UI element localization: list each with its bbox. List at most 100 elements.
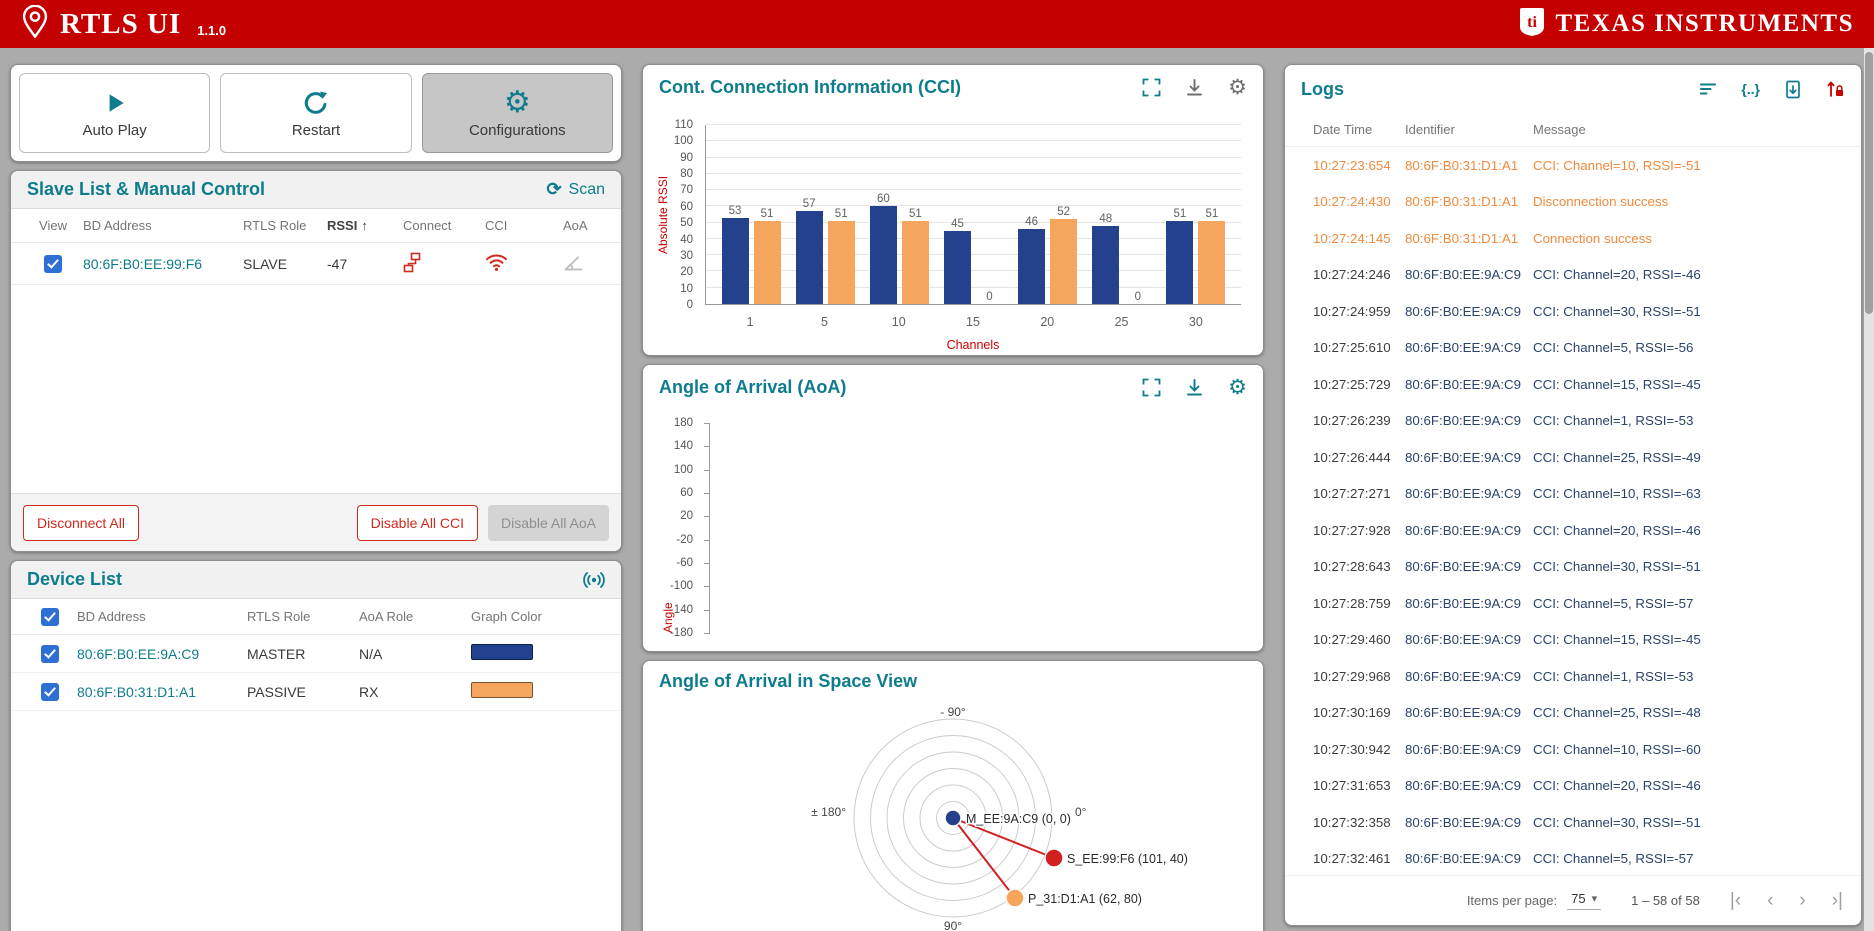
cci-bar: [1092, 225, 1120, 304]
col-aoa-role: AoA Role: [359, 609, 414, 624]
col-graph-color: Graph Color: [471, 609, 542, 624]
log-row: 10:27:28:759 80:6F:B0:EE:9A:C9 CCI: Channe…: [1285, 585, 1861, 622]
first-page-button[interactable]: |‹: [1730, 891, 1741, 910]
expand-icon[interactable]: [1142, 78, 1161, 97]
device-panel-header: Device List: [11, 561, 621, 599]
previous-page-button[interactable]: ‹: [1767, 891, 1773, 910]
log-message: CCI: Channel=10, RSSI=-63: [1533, 486, 1701, 502]
logs-panel-header: Logs {..}: [1285, 65, 1861, 113]
cci-wifi-icon[interactable]: [479, 253, 557, 275]
page-scrollbar[interactable]: [1864, 48, 1874, 931]
auto-play-button[interactable]: Auto Play: [19, 73, 211, 153]
cci-x-tick: 15: [966, 315, 980, 329]
device-bd-address[interactable]: 80:6F:B0:31:D1:A1: [77, 684, 247, 700]
log-message: CCI: Channel=30, RSSI=-51: [1533, 303, 1701, 319]
log-row: 10:27:30:942 80:6F:B0:EE:9A:C9 CCI: Channe…: [1285, 731, 1861, 768]
gear-icon[interactable]: ⚙: [1228, 377, 1247, 398]
device-row: 80:6F:B0:EE:9A:C9 MASTER N/A: [11, 635, 621, 673]
slave-view-checkbox[interactable]: [44, 254, 62, 273]
log-row: 10:27:29:968 80:6F:B0:EE:9A:C9 CCI: Channe…: [1285, 658, 1861, 695]
disconnect-all-button[interactable]: Disconnect All: [23, 504, 139, 541]
cci-bar: [901, 221, 929, 304]
bar-value-label: 51: [908, 208, 922, 221]
scrollbar-thumb[interactable]: [1865, 52, 1873, 314]
cci-panel-header: Cont. Connection Information (CCI) ⚙: [643, 65, 1263, 109]
cci-bar: [869, 206, 897, 304]
filter-lines-icon[interactable]: [1699, 80, 1717, 98]
log-time: 10:27:26:239: [1313, 413, 1391, 429]
bar-value-label: 0: [986, 291, 993, 303]
expand-icon[interactable]: [1142, 378, 1161, 397]
logs-table-header: Date Time Identifier Message: [1285, 113, 1861, 147]
download-icon[interactable]: [1185, 78, 1204, 97]
col-aoa: AoA: [563, 218, 588, 233]
disable-all-cci-button[interactable]: Disable All CCI: [356, 504, 479, 541]
slave-bd-address[interactable]: 80:6F:B0:EE:99:F6: [83, 256, 243, 272]
location-pin-icon: [20, 4, 50, 44]
slave-row: 80:6F:B0:EE:99:F6 SLAVE -47: [11, 243, 621, 285]
bar-value-label: 48: [1099, 212, 1113, 225]
slave-panel-header: Slave List & Manual Control ⟳ Scan: [11, 171, 621, 209]
broadcast-icon[interactable]: [583, 569, 605, 591]
configurations-label: Configurations: [468, 122, 566, 139]
log-identifier: 80:6F:B0:EE:9A:C9: [1405, 340, 1522, 356]
log-row: 10:27:26:239 80:6F:B0:EE:9A:C9 CCI: Channe…: [1285, 403, 1861, 440]
configurations-button[interactable]: ⚙ Configurations: [421, 73, 613, 153]
device-rtls-role: MASTER: [247, 645, 306, 662]
log-message: CCI: Channel=20, RSSI=-46: [1533, 267, 1701, 283]
log-row: 10:27:26:444 80:6F:B0:EE:9A:C9 CCI: Channe…: [1285, 439, 1861, 476]
bar-value-label: 0: [1134, 291, 1141, 303]
log-message: CCI: Channel=30, RSSI=-51: [1533, 814, 1701, 830]
bar-value-label: 51: [760, 208, 774, 221]
bar-value-label: 45: [951, 217, 964, 230]
gear-icon[interactable]: ⚙: [1228, 77, 1247, 98]
device-bd-address[interactable]: 80:6F:B0:EE:9A:C9: [77, 646, 247, 662]
svg-text:M_EE:9A:C9 (0, 0): M_EE:9A:C9 (0, 0): [966, 812, 1071, 826]
last-page-button[interactable]: ›|: [1832, 891, 1843, 910]
log-message: CCI: Channel=20, RSSI=-46: [1533, 522, 1701, 538]
export-file-icon[interactable]: [1784, 80, 1802, 99]
device-panel-title: Device List: [27, 569, 123, 589]
cci-bar: [1050, 219, 1078, 304]
log-row: 10:27:27:271 80:6F:B0:EE:9A:C9 CCI: Channe…: [1285, 476, 1861, 513]
json-braces-icon[interactable]: {..}: [1741, 82, 1760, 96]
space-view-panel: Angle of Arrival in Space View - 90° ± 18…: [642, 660, 1264, 931]
aoa-angle-icon[interactable]: [557, 253, 621, 275]
download-icon[interactable]: [1185, 378, 1204, 397]
log-time: 10:27:24:145: [1313, 230, 1391, 246]
log-identifier: 80:6F:B0:EE:9A:C9: [1405, 267, 1522, 283]
restart-button[interactable]: Restart: [220, 73, 412, 153]
cci-bar: [753, 221, 781, 304]
select-all-checkbox[interactable]: [41, 607, 59, 626]
bar-value-label: 51: [834, 208, 848, 221]
cci-x-ticks: 1 5 10 15 20 25 30: [705, 315, 1241, 329]
cci-bar: [827, 221, 855, 304]
device-row-checkbox[interactable]: [41, 644, 59, 663]
connect-toggle-icon[interactable]: [397, 252, 479, 276]
items-per-page-select[interactable]: 75 ▾: [1567, 891, 1602, 910]
scan-button[interactable]: ⟳ Scan: [546, 179, 605, 200]
device-row-checkbox[interactable]: [41, 682, 59, 701]
bar-value-label: 60: [876, 193, 890, 206]
cci-bar: [795, 211, 823, 304]
logs-panel: Logs {..} Date Time Identifier Message 1…: [1284, 64, 1862, 926]
scroll-lock-icon[interactable]: [1826, 79, 1845, 99]
cci-bar: [721, 217, 749, 304]
col-bd-address: BD Address: [83, 218, 152, 233]
aoa-panel: Angle of Arrival (AoA) ⚙ Angle 180 140 100…: [642, 364, 1264, 652]
col-rssi-sort[interactable]: RSSI ↑: [327, 218, 397, 233]
log-row: 10:27:23:654 80:6F:B0:31:D1:A1 CCI: Channe…: [1285, 147, 1861, 184]
next-page-button[interactable]: ›: [1799, 891, 1805, 910]
log-message: CCI: Channel=20, RSSI=-46: [1533, 778, 1701, 794]
play-icon: [102, 87, 128, 119]
page-range-label: 1 – 58 of 58: [1631, 893, 1700, 908]
cci-plot-area: 53 51 57 51 60 51 45 0 46 52 48 0 51 51: [705, 124, 1241, 305]
log-message: CCI: Channel=30, RSSI=-51: [1533, 559, 1701, 575]
log-time: 10:27:24:246: [1313, 267, 1391, 283]
col-view: View: [39, 218, 67, 233]
gear-icon: ⚙: [503, 86, 531, 119]
disable-all-aoa-button: Disable All AoA: [488, 504, 609, 541]
log-time: 10:27:30:942: [1313, 741, 1391, 757]
space-panel-title: Angle of Arrival in Space View: [659, 670, 918, 691]
svg-text:ti: ti: [1527, 14, 1537, 31]
